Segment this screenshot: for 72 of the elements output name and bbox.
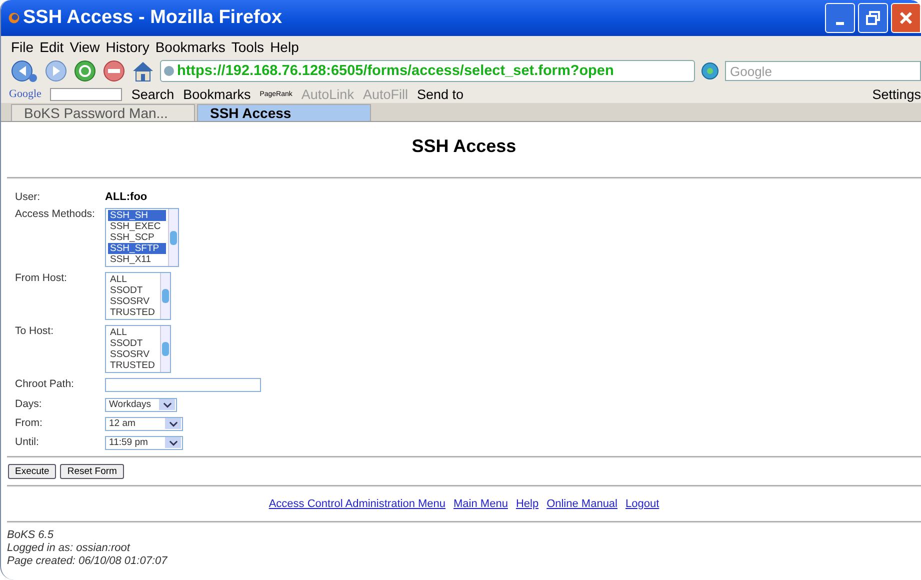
nav-link[interactable]: Access Control Administration Menu [268,498,446,510]
menu-item[interactable]: Bookmarks [155,38,226,54]
menu-item[interactable]: History [106,38,150,54]
user-value: ALL:foo [105,191,148,203]
back-icon[interactable] [9,59,39,83]
list-option[interactable]: SSH_SCP [108,232,166,243]
dropdown[interactable]: 11:59 pm [105,436,183,450]
footer-text: BoKS 6.5 [7,528,54,542]
menu-item[interactable]: File [11,38,34,54]
list-box[interactable]: SSH_SH SSH_EXEC SSH_SCP SSH_SFTP SSH_X11 [105,208,179,267]
close-button[interactable] [891,3,921,33]
nav-link[interactable]: Logout [626,498,660,510]
toolbar-button[interactable]: Send to [416,86,464,102]
footer-text: Page created: 06/10/08 01:07:07 [7,554,168,568]
forward-icon[interactable] [44,59,68,83]
dropdown[interactable]: Workdays [105,398,177,412]
menu-item[interactable]: View [70,38,100,54]
list-option[interactable]: ALL [108,327,158,338]
field-label: Chroot Path: [15,378,75,392]
search-field[interactable]: Google [725,61,921,81]
home-icon[interactable] [131,59,155,83]
chevron-down-icon [162,402,172,408]
dropdown[interactable]: 12 am [105,416,183,430]
browser-tab[interactable]: BoKS Password Man... [11,104,195,121]
list-option[interactable]: TRUSTED [108,307,158,318]
list-option[interactable]: SSH_SFTP [108,243,166,254]
maximize-button[interactable] [858,3,888,33]
reload-icon[interactable] [73,59,97,83]
list-option[interactable]: ALL [108,274,158,285]
nav-link[interactable]: Help [516,498,539,510]
list-option[interactable]: SSH_X11 [108,254,166,265]
field-label: From Host: [15,272,68,286]
minimize-icon [836,22,844,24]
list-option[interactable]: SSOSRV [108,349,158,360]
nav-link[interactable]: Online Manual [546,498,618,510]
field-label: To Host: [15,325,55,339]
form-button[interactable]: Reset Form [60,464,124,478]
stop-icon[interactable] [102,59,126,83]
list-option[interactable]: TRUSTED [108,360,158,371]
field-label: Until: [15,436,40,450]
list-option[interactable]: SSH_EXEC [108,221,166,232]
field-label: Days: [15,398,43,412]
toolbar-button[interactable]: Bookmarks [183,86,251,102]
list-option[interactable]: SSOSRV [108,296,158,307]
form-button[interactable]: Execute [8,464,56,478]
nav-link[interactable]: Main Menu [454,498,508,510]
page-heading: SSH Access [410,136,518,157]
field-label: Access Methods: [15,208,96,222]
restore-icon [863,8,883,28]
window-title: SSH Access - Mozilla Firefox [23,7,284,29]
browser-tab[interactable]: SSH Access [197,104,371,121]
field-label: From: [15,416,44,430]
list-box[interactable]: ALL SSODT SSOSRV TRUSTED [105,325,171,373]
footer-text: Logged in as: ossian:root [7,542,132,554]
minimize-button[interactable] [825,3,855,33]
list-option[interactable]: SSH_SH [108,210,166,221]
list-option[interactable]: SSODT [108,285,158,296]
google-search-field[interactable] [50,88,122,100]
chroot-path-field[interactable] [105,378,261,392]
menu-item[interactable]: Edit [40,38,64,54]
list-box[interactable]: ALL SSODT SSOSRV TRUSTED [105,272,171,320]
field-label: User: [15,191,42,203]
list-option[interactable]: SSODT [108,338,158,349]
google-logo: Google [9,88,42,100]
toolbar-button[interactable]: Search [131,86,174,102]
settings-button[interactable]: Settings [872,86,921,102]
chevron-down-icon [168,420,178,426]
firefox-icon [7,10,21,26]
menu-item[interactable]: Help [270,38,299,54]
go-icon[interactable] [700,61,720,81]
chevron-down-icon [168,440,178,446]
menu-item[interactable]: Tools [231,38,264,54]
